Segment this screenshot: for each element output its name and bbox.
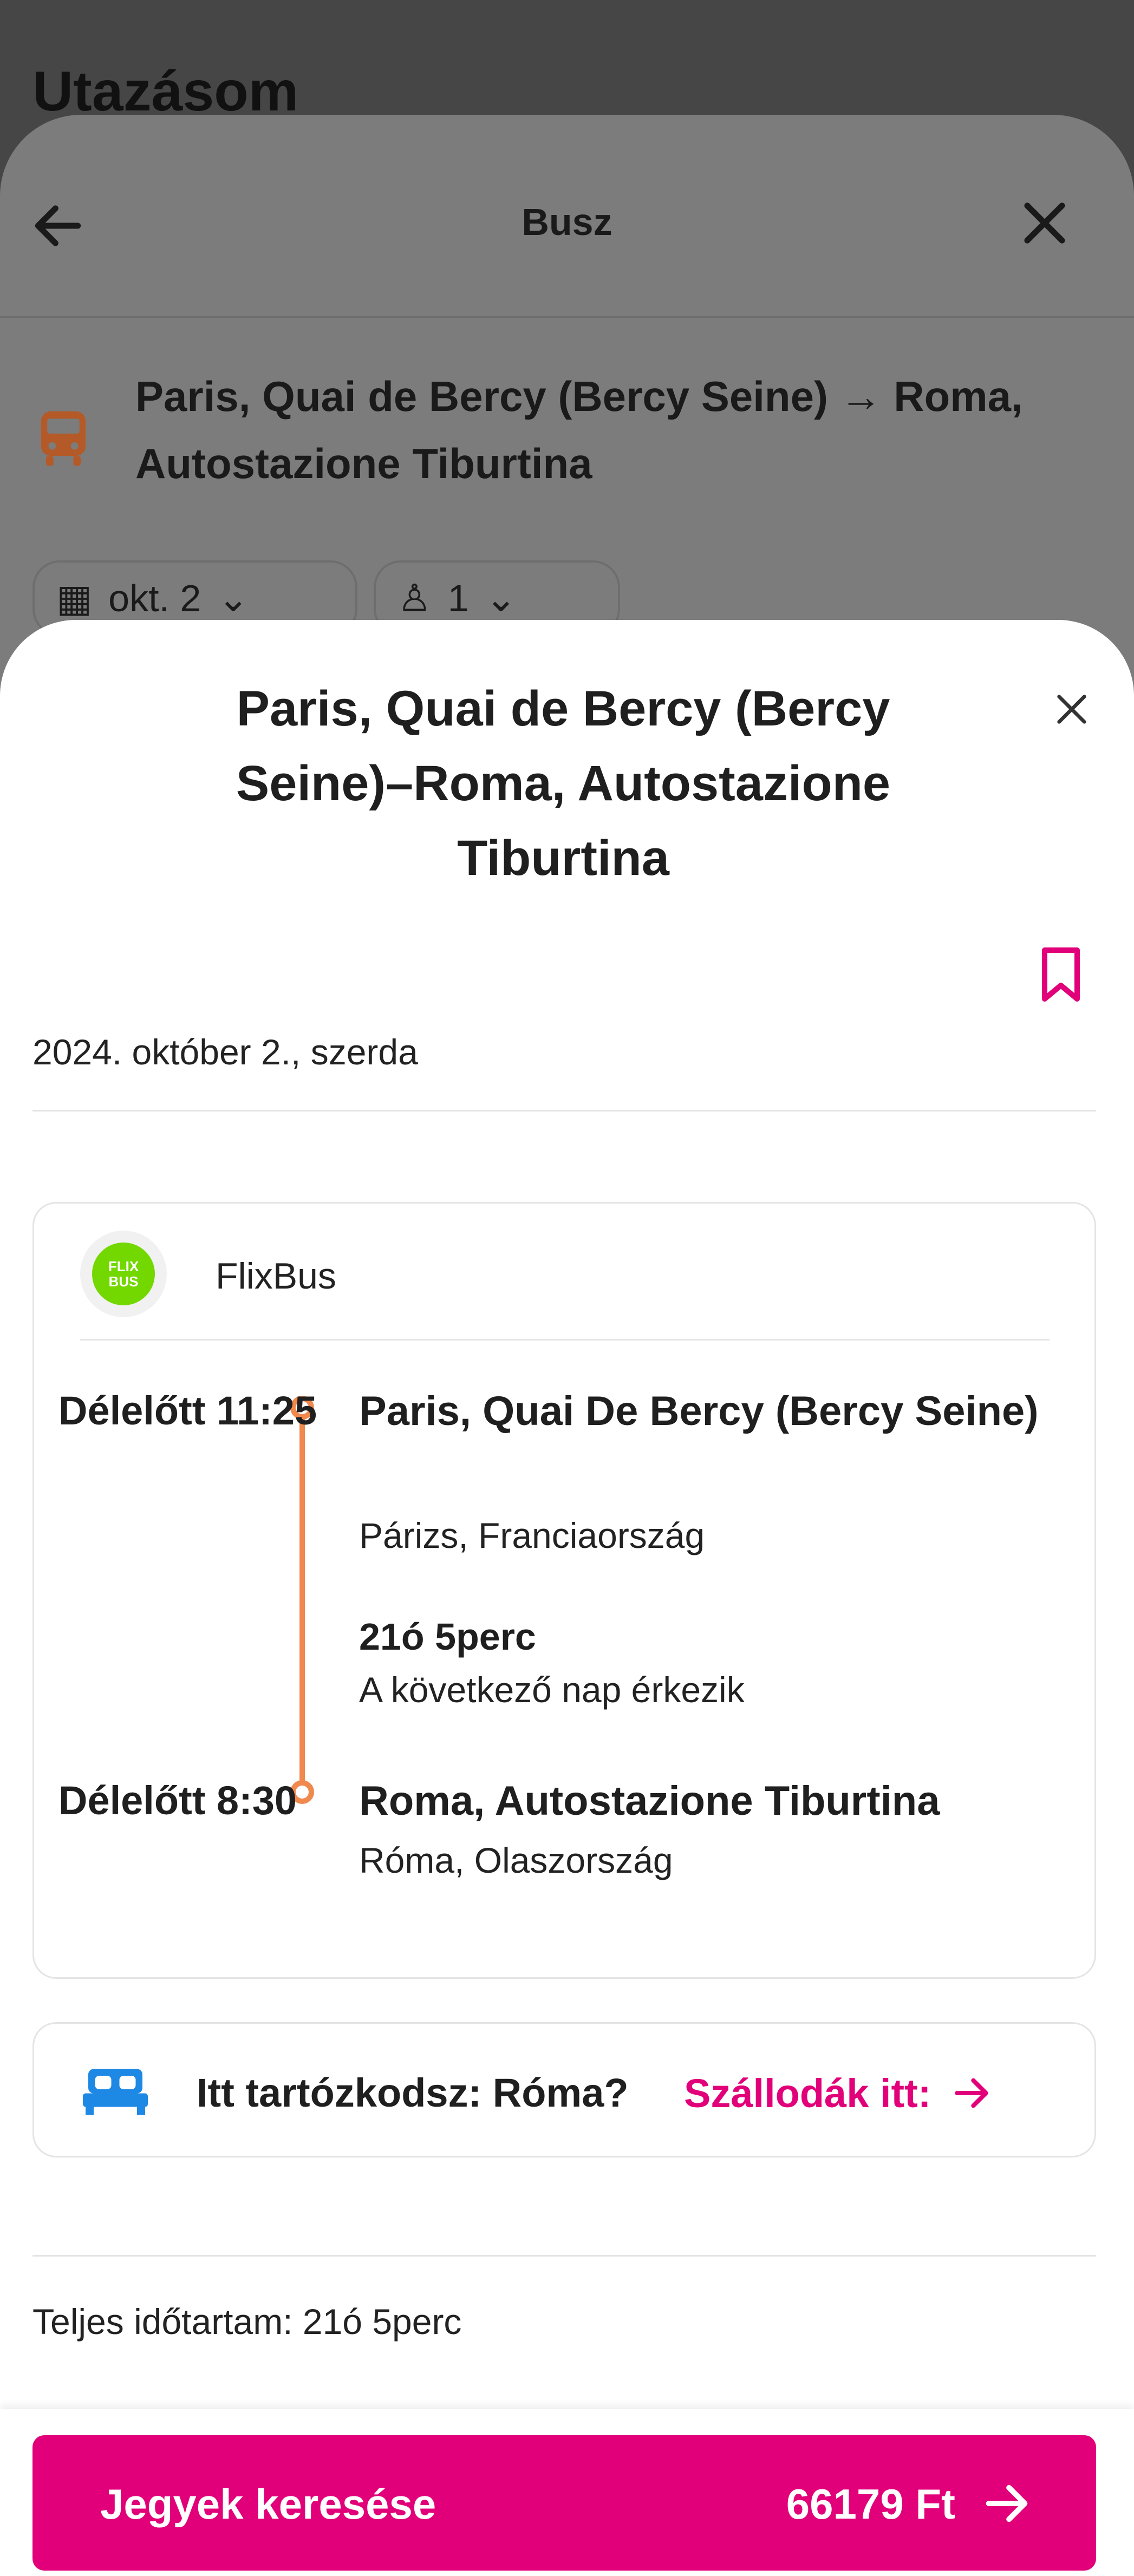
trip-details-sheet: Paris, Quai de Bercy (Bercy Seine)–Roma,… xyxy=(0,620,1134,2576)
arrow-right-icon xyxy=(955,2078,989,2108)
passenger-chip-label: 1 xyxy=(447,577,469,619)
close-icon xyxy=(1057,695,1086,724)
bed-icon xyxy=(83,2069,148,2115)
next-day-note: A következő nap érkezik xyxy=(359,1670,745,1710)
total-duration: Teljes időtartam: 21ó 5perc xyxy=(32,2302,462,2342)
logo-text-bottom: BUS xyxy=(108,1273,139,1290)
sheet-title: Paris, Quai de Bercy (Bercy Seine)–Roma,… xyxy=(236,681,891,886)
arrow-right-icon xyxy=(986,2485,1028,2522)
hotel-suggestion-card[interactable]: Itt tartózkodsz: Róma? Szállodák itt: xyxy=(32,2022,1096,2157)
hotel-question: Itt tartózkodsz: Róma? xyxy=(197,2070,629,2115)
departure-time: Délelőtt 11:25 xyxy=(58,1388,317,1433)
ticket-price: 66179 Ft xyxy=(786,2480,955,2528)
logo-text-top: FLIX xyxy=(108,1258,139,1274)
trip-date: 2024. október 2., szerda xyxy=(32,1032,418,1072)
departure-city: Párizs, Franciaország xyxy=(359,1515,705,1555)
date-chip-label: okt. 2 xyxy=(108,577,201,619)
search-tickets-button[interactable]: Jegyek keresése 66179 Ft xyxy=(32,2435,1096,2571)
arrival-stop: Roma, Autostazione Tiburtina xyxy=(359,1778,940,1824)
operator-logo: FLIX BUS xyxy=(80,1231,167,1317)
timeline-line xyxy=(299,1409,305,1788)
sheet-close-button[interactable] xyxy=(1042,679,1102,739)
arrival-time: Délelőtt 8:30 xyxy=(58,1778,297,1823)
person-icon: ♙ xyxy=(397,577,432,619)
background-route: Paris, Quai de Bercy (Bercy Seine) → Rom… xyxy=(135,372,1023,487)
chevron-down-icon: ⌄ xyxy=(217,577,250,619)
bookmark-icon[interactable] xyxy=(1037,945,1085,1004)
footer-bar: Jegyek keresése 66179 Ft xyxy=(0,2409,1134,2576)
calendar-icon: ▦ xyxy=(56,577,93,619)
arrival-city: Róma, Olaszország xyxy=(359,1840,673,1880)
hotels-link[interactable]: Szállodák itt: xyxy=(684,2066,996,2120)
trip-duration: 21ó 5perc xyxy=(359,1616,536,1658)
divider xyxy=(32,1110,1096,1112)
search-tickets-label: Jegyek keresése xyxy=(100,2480,436,2528)
card-divider xyxy=(80,1339,1050,1341)
operator-name: FlixBus xyxy=(216,1256,336,1297)
screen: Utazásom Busz Paris, Quai de Bercy (Berc… xyxy=(0,0,1134,2576)
background-header-divider xyxy=(0,115,1134,318)
chevron-down-icon: ⌄ xyxy=(485,577,517,619)
bus-icon xyxy=(41,411,86,466)
trip-card: FLIX BUS FlixBus Délelőtt 11:25 Paris, Q… xyxy=(32,1202,1096,1979)
divider xyxy=(32,2255,1096,2257)
flixbus-logo-icon: FLIX BUS xyxy=(92,1243,155,1305)
hotels-link-label: Szállodák itt: xyxy=(684,2070,931,2116)
departure-stop: Paris, Quai De Bercy (Bercy Seine) xyxy=(359,1388,1039,1434)
